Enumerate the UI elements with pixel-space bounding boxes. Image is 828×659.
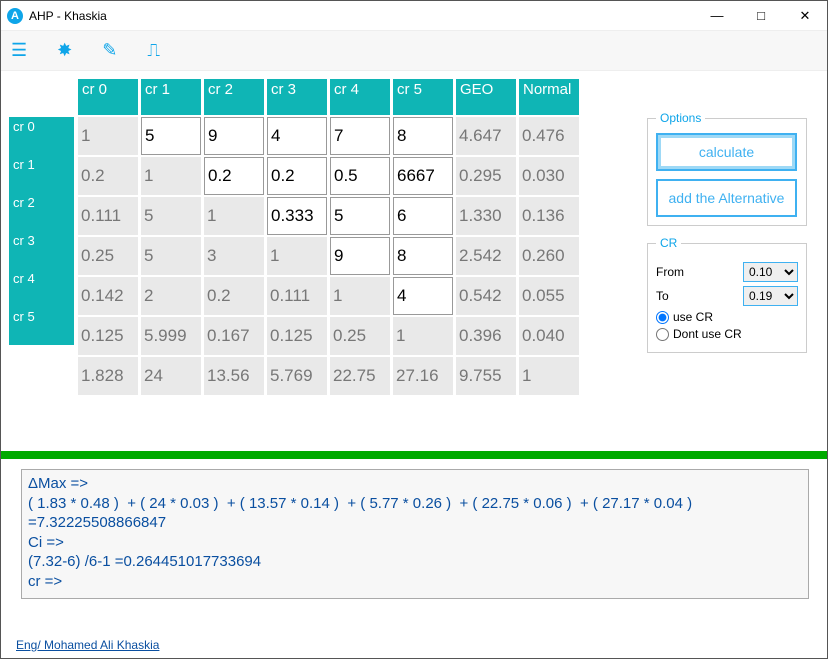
cell-0-2[interactable]: 9 [204,117,264,155]
row-label-2: cr 2 [9,193,74,231]
col-header-2: cr 2 [204,79,264,115]
cell-5-1: 5.999 [141,317,201,355]
cell-1-6: 0.295 [456,157,516,195]
cell-3-6: 2.542 [456,237,516,275]
cell-1-0: 0.2 [78,157,138,195]
cell-2-6: 1.330 [456,197,516,235]
cell-3-1: 5 [141,237,201,275]
footer-link[interactable]: Eng/ Mohamed Ali Khaskia [16,638,159,652]
cell-2-7: 0.136 [519,197,579,235]
close-button[interactable]: ✕ [783,1,827,31]
app-icon: A [7,8,23,24]
cell-3-2: 3 [204,237,264,275]
output-textarea[interactable]: ΔMax => ( 1.83 * 0.48 ) + ( 24 * 0.03 ) … [21,469,809,599]
col-header-1: cr 1 [141,79,201,115]
cell-4-3: 0.111 [267,277,327,315]
cell-4-0: 0.142 [78,277,138,315]
cr-group: CR From 0.10 To 0.19 use CR Dont use CR [647,236,807,353]
cell-6-3: 5.769 [267,357,327,395]
cell-5-6: 0.396 [456,317,516,355]
cell-5-3: 0.125 [267,317,327,355]
cell-1-4[interactable]: 0.5 [330,157,390,195]
row-label-5: cr 5 [9,307,74,345]
cr-from-select[interactable]: 0.10 [743,262,798,282]
cell-5-4: 0.25 [330,317,390,355]
edit-icon[interactable]: ✎ [102,40,117,61]
toolbar: ☰ ✸ ✎ ⎍ [1,31,827,71]
add-alternative-button[interactable]: add the Alternative [656,179,797,217]
cell-0-0: 1 [78,117,138,155]
cell-4-7: 0.055 [519,277,579,315]
separator-bar [1,451,827,459]
maximize-button[interactable]: □ [739,1,783,31]
cell-0-4[interactable]: 7 [330,117,390,155]
matrix-grid: cr 0cr 1cr 2cr 3cr 4cr 5GEONormal 159478… [78,79,582,397]
cell-2-2: 1 [204,197,264,235]
cell-6-5: 27.16 [393,357,453,395]
cell-2-1: 5 [141,197,201,235]
cell-4-2: 0.2 [204,277,264,315]
cell-1-2[interactable]: 0.2 [204,157,264,195]
cr-to-label: To [656,289,669,303]
cell-3-5[interactable]: 8 [393,237,453,275]
col-header-3: cr 3 [267,79,327,115]
cell-0-3[interactable]: 4 [267,117,327,155]
col-header-0: cr 0 [78,79,138,115]
cr-from-label: From [656,265,684,279]
cell-0-7: 0.476 [519,117,579,155]
dont-use-cr-label: Dont use CR [673,327,742,341]
minimize-button[interactable]: — [695,1,739,31]
cell-5-5: 1 [393,317,453,355]
window-title: AHP - Khaskia [29,9,695,23]
options-group: Options calculate add the Alternative [647,111,807,226]
col-header-7: Normal [519,79,579,115]
cell-3-7: 0.260 [519,237,579,275]
row-label-3: cr 3 [9,231,74,269]
cell-0-1[interactable]: 5 [141,117,201,155]
cell-1-1: 1 [141,157,201,195]
cell-6-2: 13.56 [204,357,264,395]
row-label-1: cr 1 [9,155,74,193]
cell-1-5[interactable]: 6667 [393,157,453,195]
cell-6-6: 9.755 [456,357,516,395]
row-label-4: cr 4 [9,269,74,307]
cell-4-5[interactable]: 4 [393,277,453,315]
cell-4-4: 1 [330,277,390,315]
cell-4-1: 2 [141,277,201,315]
cell-3-4[interactable]: 9 [330,237,390,275]
options-legend: Options [656,111,705,125]
use-cr-label: use CR [673,310,713,324]
cell-6-7: 1 [519,357,579,395]
cell-1-3[interactable]: 0.2 [267,157,327,195]
cell-6-4: 22.75 [330,357,390,395]
cell-3-0: 0.25 [78,237,138,275]
cell-5-2: 0.167 [204,317,264,355]
cr-legend: CR [656,236,681,250]
cell-0-5[interactable]: 8 [393,117,453,155]
calculate-button[interactable]: calculate [656,133,797,171]
cell-3-3: 1 [267,237,327,275]
code-icon[interactable]: ⎍ [147,40,160,61]
cell-2-0: 0.111 [78,197,138,235]
titlebar: A AHP - Khaskia — □ ✕ [1,1,827,31]
col-header-6: GEO [456,79,516,115]
cell-6-0: 1.828 [78,357,138,395]
use-cr-radio[interactable] [656,311,669,324]
cell-0-6: 4.647 [456,117,516,155]
cr-to-select[interactable]: 0.19 [743,286,798,306]
cell-2-3[interactable]: 0.333 [267,197,327,235]
cell-5-0: 0.125 [78,317,138,355]
cell-4-6: 0.542 [456,277,516,315]
cell-2-4[interactable]: 5 [330,197,390,235]
cell-2-5[interactable]: 6 [393,197,453,235]
menu-icon[interactable]: ☰ [11,40,27,61]
cell-1-7: 0.030 [519,157,579,195]
dont-use-cr-radio[interactable] [656,328,669,341]
row-label-0: cr 0 [9,117,74,155]
new-icon[interactable]: ✸ [57,40,72,61]
cell-5-7: 0.040 [519,317,579,355]
cell-6-1: 24 [141,357,201,395]
col-header-5: cr 5 [393,79,453,115]
col-header-4: cr 4 [330,79,390,115]
